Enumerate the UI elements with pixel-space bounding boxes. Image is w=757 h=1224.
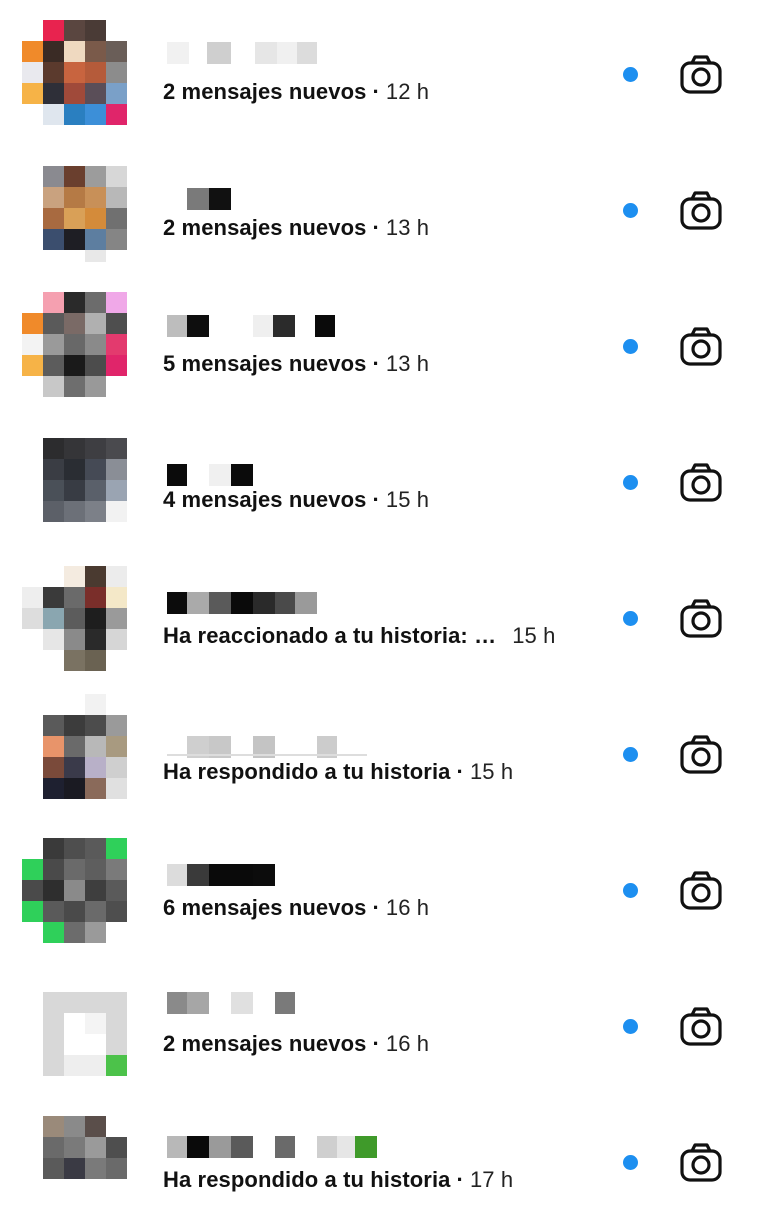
conversation-row[interactable]: Ha reaccionado a tu historia: … 15 h: [0, 544, 757, 680]
avatar[interactable]: [22, 978, 128, 1084]
timestamp: 15 h: [385, 487, 430, 512]
timestamp: 16 h: [385, 895, 430, 920]
contact-name-redacted: [167, 1136, 387, 1158]
unread-indicator: [623, 1019, 638, 1034]
unread-indicator: [623, 475, 638, 490]
message-preview: Ha reaccionado a tu historia: … 15 h: [163, 622, 555, 650]
unread-indicator: [623, 747, 638, 762]
avatar[interactable]: [22, 20, 128, 126]
conversation-row[interactable]: 4 mensajes nuevos · 15 h: [0, 408, 757, 544]
camera-icon[interactable]: [678, 1004, 724, 1050]
conversation-row[interactable]: Ha respondido a tu historia · 15 h: [0, 680, 757, 816]
message-preview: 6 mensajes nuevos · 16 h: [163, 894, 429, 922]
preview-text: Ha respondido a tu historia: [163, 1167, 451, 1192]
contact-name-redacted: [167, 992, 307, 1014]
message-preview: 5 mensajes nuevos · 13 h: [163, 350, 429, 378]
avatar[interactable]: [22, 566, 128, 672]
conversation-row[interactable]: 2 mensajes nuevos · 16 h: [0, 952, 757, 1088]
camera-icon[interactable]: [678, 324, 724, 370]
separator: ·: [456, 1167, 464, 1192]
camera-icon[interactable]: [678, 52, 724, 98]
avatar[interactable]: [22, 1116, 128, 1222]
preview-text: Ha reaccionado a tu historia: …: [163, 623, 497, 648]
avatar[interactable]: [22, 438, 128, 544]
timestamp: 15 h: [512, 623, 556, 648]
separator: ·: [456, 759, 464, 784]
separator: ·: [372, 351, 380, 376]
preview-text: 4 mensajes nuevos: [163, 487, 367, 512]
conversation-list: 2 mensajes nuevos · 12 h 2 mensajes nuev…: [0, 0, 757, 1222]
preview-text: 2 mensajes nuevos: [163, 1031, 367, 1056]
timestamp: 12 h: [385, 79, 430, 104]
unread-indicator: [623, 67, 638, 82]
preview-text: 5 mensajes nuevos: [163, 351, 367, 376]
contact-name-redacted: [167, 592, 327, 614]
contact-name-redacted: [167, 188, 247, 210]
timestamp: 13 h: [385, 215, 430, 240]
camera-icon[interactable]: [678, 1140, 724, 1186]
avatar[interactable]: [22, 694, 128, 800]
preview-text: 2 mensajes nuevos: [163, 215, 367, 240]
conversation-row[interactable]: 2 mensajes nuevos · 13 h: [0, 136, 757, 272]
unread-indicator: [623, 1155, 638, 1170]
unread-indicator: [623, 611, 638, 626]
message-preview: 2 mensajes nuevos · 12 h: [163, 78, 429, 106]
timestamp: 17 h: [469, 1167, 514, 1192]
message-preview: Ha respondido a tu historia · 15 h: [163, 758, 513, 786]
camera-icon[interactable]: [678, 868, 724, 914]
conversation-row[interactable]: Ha respondido a tu historia · 17 h: [0, 1088, 757, 1224]
avatar[interactable]: [22, 292, 128, 398]
separator: ·: [372, 895, 380, 920]
timestamp: 13 h: [385, 351, 430, 376]
preview-text: Ha respondido a tu historia: [163, 759, 451, 784]
camera-icon[interactable]: [678, 460, 724, 506]
avatar[interactable]: [22, 156, 128, 262]
conversation-row[interactable]: 5 mensajes nuevos · 13 h: [0, 272, 757, 408]
avatar[interactable]: [22, 838, 128, 944]
camera-icon[interactable]: [678, 732, 724, 778]
camera-icon[interactable]: [678, 188, 724, 234]
message-preview: 2 mensajes nuevos · 13 h: [163, 214, 429, 242]
camera-icon[interactable]: [678, 596, 724, 642]
conversation-row[interactable]: 6 mensajes nuevos · 16 h: [0, 816, 757, 952]
unread-indicator: [623, 339, 638, 354]
separator: ·: [372, 215, 380, 240]
separator: ·: [372, 1031, 380, 1056]
contact-name-redacted: [167, 736, 367, 758]
unread-indicator: [623, 883, 638, 898]
preview-text: 6 mensajes nuevos: [163, 895, 367, 920]
contact-name-redacted: [167, 464, 287, 486]
conversation-row[interactable]: 2 mensajes nuevos · 12 h: [0, 0, 757, 136]
unread-indicator: [623, 203, 638, 218]
message-preview: Ha respondido a tu historia · 17 h: [163, 1166, 513, 1194]
message-preview: 2 mensajes nuevos · 16 h: [163, 1030, 429, 1058]
contact-name-redacted: [167, 42, 327, 64]
preview-text: 2 mensajes nuevos: [163, 79, 367, 104]
timestamp: 16 h: [385, 1031, 430, 1056]
message-preview: 4 mensajes nuevos · 15 h: [163, 486, 429, 514]
separator: ·: [372, 79, 380, 104]
separator: ·: [372, 487, 380, 512]
contact-name-redacted: [167, 315, 347, 337]
contact-name-redacted: [167, 864, 287, 886]
timestamp: 15 h: [469, 759, 514, 784]
